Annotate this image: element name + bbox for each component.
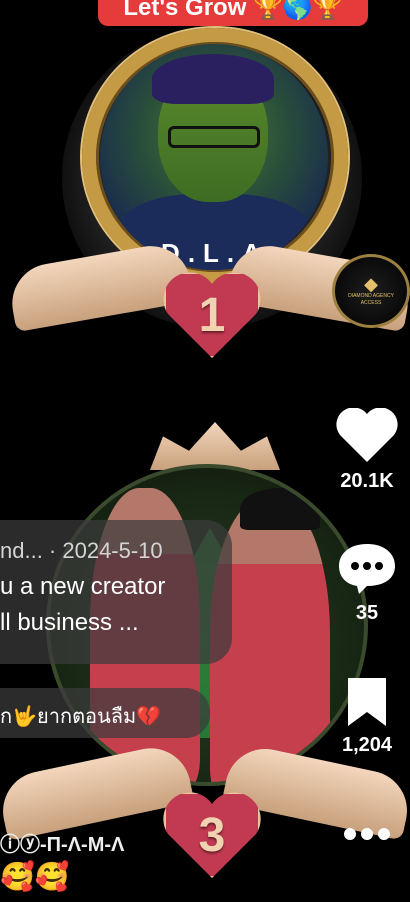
avatar-hair — [152, 54, 274, 104]
bottom-emoji-text: 🥰🥰 — [0, 861, 70, 892]
badge-bottom-crown — [150, 422, 280, 470]
save-count: 1,204 — [341, 734, 393, 756]
badge-top-rank: 1 — [198, 288, 226, 342]
avatar-glasses — [168, 126, 260, 148]
like-button[interactable]: 20.1K — [332, 408, 402, 493]
diamond-icon: ◆ — [364, 274, 378, 294]
badge-top-rank-heart: 1 — [162, 270, 262, 360]
badge-bottom-rank-heart: 3 — [162, 790, 262, 880]
like-count: 20.1K — [340, 470, 394, 492]
comment-count: 35 — [355, 602, 379, 624]
bottom-username[interactable]: ⓘⓨ-П-Λ-M-Λ — [0, 828, 124, 857]
badge-top-avatar — [100, 44, 328, 270]
top-banner: Let's Grow 🏆🌎🏆 — [98, 0, 368, 26]
diamond-agency-badge[interactable]: ◆ DIAMOND AGENCY ACCESS — [332, 254, 410, 328]
banner-text: Let's Grow 🏆🌎🏆 — [123, 0, 343, 21]
save-button[interactable]: 1,204 — [332, 676, 402, 757]
comment-preview-text[interactable]: ัก🤟ยากตอนลืม💔 — [0, 700, 161, 732]
bookmark-icon — [332, 676, 402, 728]
caption-line-2[interactable]: ll business ... — [0, 609, 139, 637]
heart-icon — [332, 408, 402, 464]
comment-icon — [332, 540, 402, 596]
photo-person-cap — [240, 488, 320, 530]
caption-line-1[interactable]: u a new creator — [0, 573, 165, 601]
badge-bottom-rank: 3 — [198, 808, 226, 862]
caption-meta[interactable]: nd... · 2024-5-10 — [0, 538, 163, 564]
diamond-badge-text: DIAMOND AGENCY ACCESS — [348, 293, 394, 306]
comment-button[interactable]: 35 — [332, 540, 402, 625]
more-button[interactable] — [332, 826, 402, 842]
more-icon — [332, 826, 402, 842]
